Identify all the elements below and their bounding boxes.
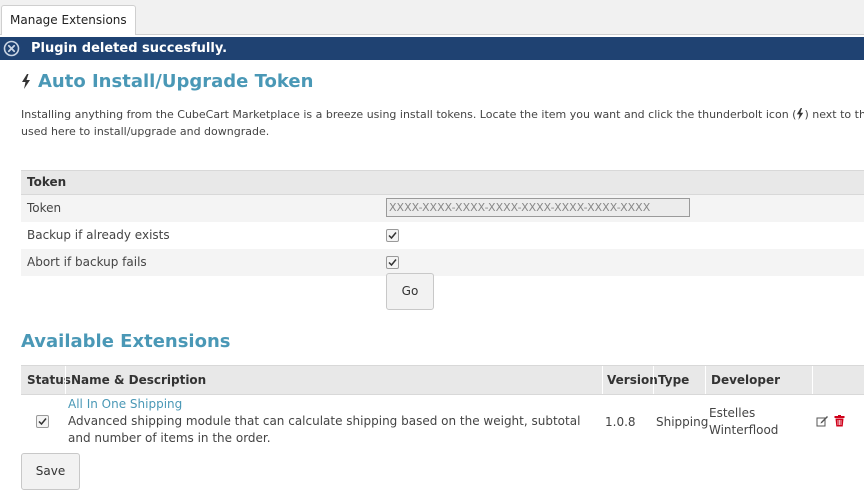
tab-bar: Manage Extensions [0,0,864,35]
delete-icon[interactable] [834,415,845,427]
close-circle-icon[interactable] [3,40,20,57]
extensions-table: Status Name & Description Version Type D… [21,365,864,395]
backup-label: Backup if already exists [27,228,170,242]
extension-developer: Estelles Winterflood [709,406,779,437]
token-row: Token XXXX-XXXX-XXXX-XXXX-XXXX-XXXX-XXXX… [21,195,864,222]
column-version: Version [607,373,658,387]
extension-version: 1.0.8 [605,415,636,429]
success-notice: Plugin deleted succesfully. [0,37,864,60]
go-button[interactable]: Go [386,273,434,310]
intro-text-part2: ) next to the [804,108,864,121]
token-table-header: Token [21,170,864,195]
save-button[interactable]: Save [21,453,80,490]
token-table: Token Token XXXX-XXXX-XXXX-XXXX-XXXX-XXX… [21,170,864,276]
status-checkbox[interactable] [36,415,49,428]
intro-text-part1: Installing anything from the CubeCart Ma… [21,108,797,121]
intro-text-line2: used here to install/upgrade and downgra… [21,125,270,138]
extensions-section-title: Available Extensions [21,331,231,352]
extension-name-link[interactable]: All In One Shipping [68,397,182,411]
intro-text: Installing anything from the CubeCart Ma… [21,106,864,140]
backup-row: Backup if already exists [21,222,864,249]
column-developer: Developer [711,373,781,387]
abort-label: Abort if backup fails [27,255,147,269]
edit-icon[interactable] [816,415,829,427]
checkmark-icon [388,232,397,240]
token-section-title-text: Auto Install/Upgrade Token [38,71,314,92]
token-section-title: Auto Install/Upgrade Token [21,71,313,92]
token-input[interactable]: XXXX-XXXX-XXXX-XXXX-XXXX-XXXX-XXXX-XXXX [386,198,690,217]
backup-checkbox[interactable] [386,229,399,242]
checkmark-icon [38,418,47,426]
column-type: Type [658,373,690,387]
notice-text: Plugin deleted succesfully. [31,41,228,56]
extension-description: Advanced shipping module that can calcul… [68,414,581,445]
abort-checkbox[interactable] [386,256,399,269]
tab-manage-extensions[interactable]: Manage Extensions [1,5,136,35]
column-name: Name & Description [71,373,207,387]
extension-type: Shipping [656,415,709,429]
abort-row: Abort if backup fails [21,249,864,276]
checkmark-icon [388,259,397,267]
thunderbolt-icon [22,74,30,89]
token-label: Token [27,201,62,215]
extensions-table-header: Status Name & Description Version Type D… [21,365,864,395]
